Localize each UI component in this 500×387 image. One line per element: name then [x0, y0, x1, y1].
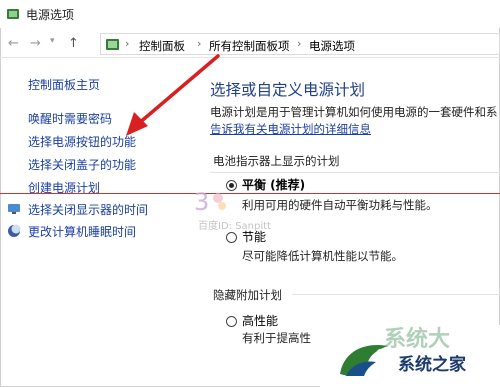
baidu-watermark-logo: 3 [194, 188, 226, 216]
brand-ghost-text: 系统大 [384, 327, 451, 352]
svg-text:3: 3 [194, 188, 209, 216]
brand-logo [340, 345, 388, 376]
watermark-text: 百度ID: Sanpitt [198, 221, 271, 232]
brand-name: 系统之家 [398, 355, 466, 375]
